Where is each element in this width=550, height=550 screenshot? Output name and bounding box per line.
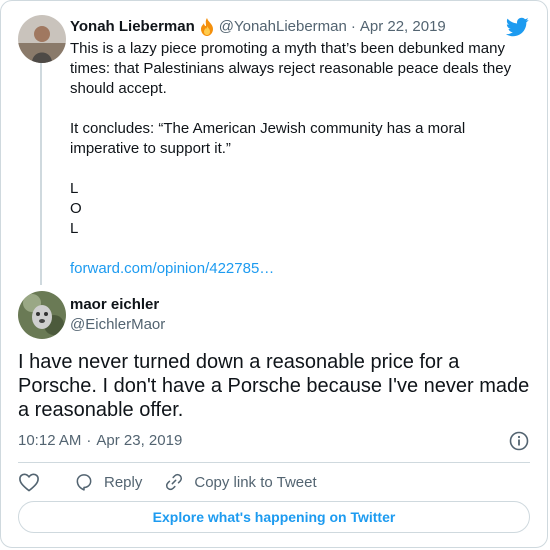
thread-connector-line xyxy=(40,63,42,285)
heart-icon xyxy=(19,473,39,492)
reply-label: Reply xyxy=(104,473,143,491)
article-link[interactable]: forward.com/opinion/422785… xyxy=(70,260,274,277)
meta-separator: · xyxy=(86,432,92,449)
author-name[interactable]: maor eichler xyxy=(70,295,165,315)
parent-author-avatar[interactable] xyxy=(18,15,66,63)
info-icon[interactable] xyxy=(509,431,529,451)
lol-line: L xyxy=(70,220,79,237)
author-handle[interactable]: @EichlerMaor xyxy=(70,315,165,335)
explore-button[interactable]: Explore what's happening on Twitter xyxy=(18,501,530,533)
copy-link-label: Copy link to Tweet xyxy=(194,473,317,491)
parent-author-handle[interactable]: @YonahLieberman xyxy=(219,17,347,37)
reply-button[interactable]: Reply xyxy=(74,472,142,492)
parent-tweet-paragraph: It concludes: “The American Jewish commu… xyxy=(70,120,466,157)
parent-tweet-body: This is a lazy piece promoting a myth th… xyxy=(70,39,525,279)
fire-emoji-icon xyxy=(199,18,215,36)
tweet-actions: Reply Copy link to Tweet xyxy=(18,471,339,493)
like-button[interactable] xyxy=(18,472,40,492)
lol-line: O xyxy=(70,200,82,217)
copy-link-button[interactable]: Copy link to Tweet xyxy=(164,472,317,492)
lol-line: L xyxy=(70,180,79,197)
tweet-date[interactable]: Apr 23, 2019 xyxy=(96,431,182,451)
tweet-embed-card: Yonah Lieberman @YonahLieberman · Apr 22… xyxy=(0,0,548,548)
divider xyxy=(18,462,530,463)
parent-tweet-header: Yonah Lieberman @YonahLieberman · Apr 22… xyxy=(70,17,497,37)
author-avatar[interactable] xyxy=(18,291,66,339)
parent-tweet-paragraph: This is a lazy piece promoting a myth th… xyxy=(70,40,512,97)
parent-author-name[interactable]: Yonah Lieberman xyxy=(70,17,195,37)
twitter-bird-icon[interactable] xyxy=(505,15,529,39)
reply-icon xyxy=(76,474,92,491)
tweet-time[interactable]: 10:12 AM xyxy=(18,431,81,451)
meta-separator: · xyxy=(350,18,356,35)
parent-tweet-date[interactable]: Apr 22, 2019 xyxy=(360,17,446,37)
link-icon xyxy=(166,473,183,491)
tweet-author-block: maor eichler @EichlerMaor xyxy=(70,295,165,335)
tweet-text: I have never turned down a reasonable pr… xyxy=(18,351,530,421)
tweet-timestamp[interactable]: 10:12 AM · Apr 23, 2019 xyxy=(18,431,182,451)
